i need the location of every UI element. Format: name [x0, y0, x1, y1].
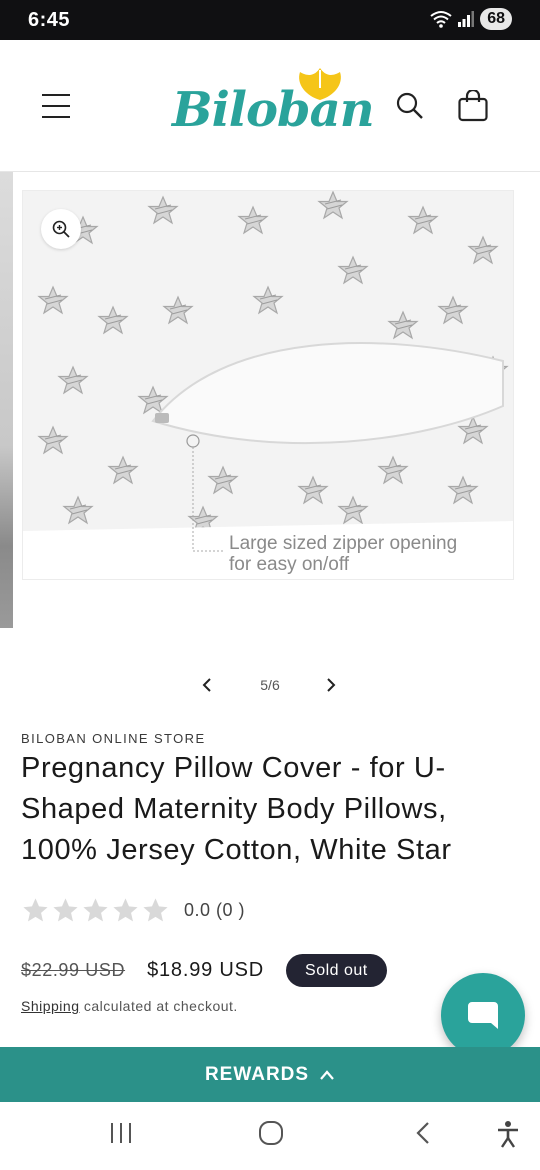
regular-price: $22.99 USD — [21, 959, 126, 980]
previous-image-peek[interactable] — [0, 172, 13, 628]
wifi-icon — [430, 11, 452, 28]
price-row: $22.99 USD $18.99 USD Sold out — [21, 952, 387, 988]
rewards-bar[interactable]: REWARDS — [0, 1047, 540, 1102]
image-caption-line2: for easy on/off — [229, 554, 350, 575]
logo-text: Biloban — [172, 82, 375, 138]
shipping-note: Shipping calculated at checkout. — [21, 998, 238, 1014]
battery-indicator: 68 — [480, 8, 512, 30]
product-title: Pregnancy Pillow Cover - for U-Shaped Ma… — [21, 752, 452, 866]
star-empty-icon — [23, 898, 48, 922]
rating-text: 0.0 (0 ) — [184, 900, 246, 920]
brand-logo[interactable]: Biloban — [172, 68, 375, 148]
accessibility-icon[interactable] — [496, 1120, 520, 1148]
home-icon[interactable] — [258, 1120, 284, 1146]
image-caption: Large sized zipper opening for easy on/o… — [229, 533, 457, 575]
status-time: 6:45 — [28, 9, 71, 31]
recents-icon[interactable] — [108, 1120, 134, 1146]
rewards-label: REWARDS — [204, 1063, 310, 1085]
star-empty-icon — [143, 898, 168, 922]
cart-icon[interactable] — [458, 90, 488, 122]
hamburger-menu-icon[interactable] — [42, 94, 70, 118]
zoom-in-button[interactable] — [41, 209, 81, 249]
star-empty-icon — [113, 898, 138, 922]
gallery-slider-controls: 5/6 — [0, 672, 540, 700]
product-gallery: Large sized zipper opening for easy on/o… — [0, 172, 540, 632]
star-empty-icon — [83, 898, 108, 922]
chat-button[interactable] — [441, 973, 525, 1057]
site-header: Biloban — [0, 40, 540, 172]
back-icon[interactable] — [412, 1120, 436, 1146]
signal-icon — [458, 11, 475, 27]
vendor-label: BILOBAN ONLINE STORE — [21, 731, 206, 746]
shipping-note-text: calculated at checkout. — [79, 998, 238, 1014]
image-caption-line1: Large sized zipper opening — [229, 533, 458, 554]
search-icon[interactable] — [396, 92, 424, 120]
shipping-link[interactable]: Shipping — [21, 998, 80, 1014]
chat-bubble-icon — [468, 1002, 498, 1029]
pillow-photo — [23, 191, 513, 579]
status-icons: 68 — [430, 8, 512, 30]
zoom-in-icon — [52, 220, 70, 238]
rating-stars — [21, 896, 170, 925]
sale-price: $18.99 USD — [147, 958, 265, 981]
product-image[interactable]: Large sized zipper opening for easy on/o… — [22, 190, 514, 580]
star-empty-icon — [53, 898, 78, 922]
chevron-up-icon — [320, 1069, 334, 1080]
slide-counter: 5/6 — [260, 677, 280, 693]
product-rating[interactable]: 0.0 (0 ) — [21, 896, 245, 925]
sold-out-badge: Sold out — [286, 953, 387, 987]
chevron-left-icon[interactable] — [196, 674, 218, 696]
system-nav-bar — [0, 1102, 540, 1170]
status-bar: 6:45 68 — [0, 0, 540, 40]
chevron-right-icon[interactable] — [320, 674, 342, 696]
